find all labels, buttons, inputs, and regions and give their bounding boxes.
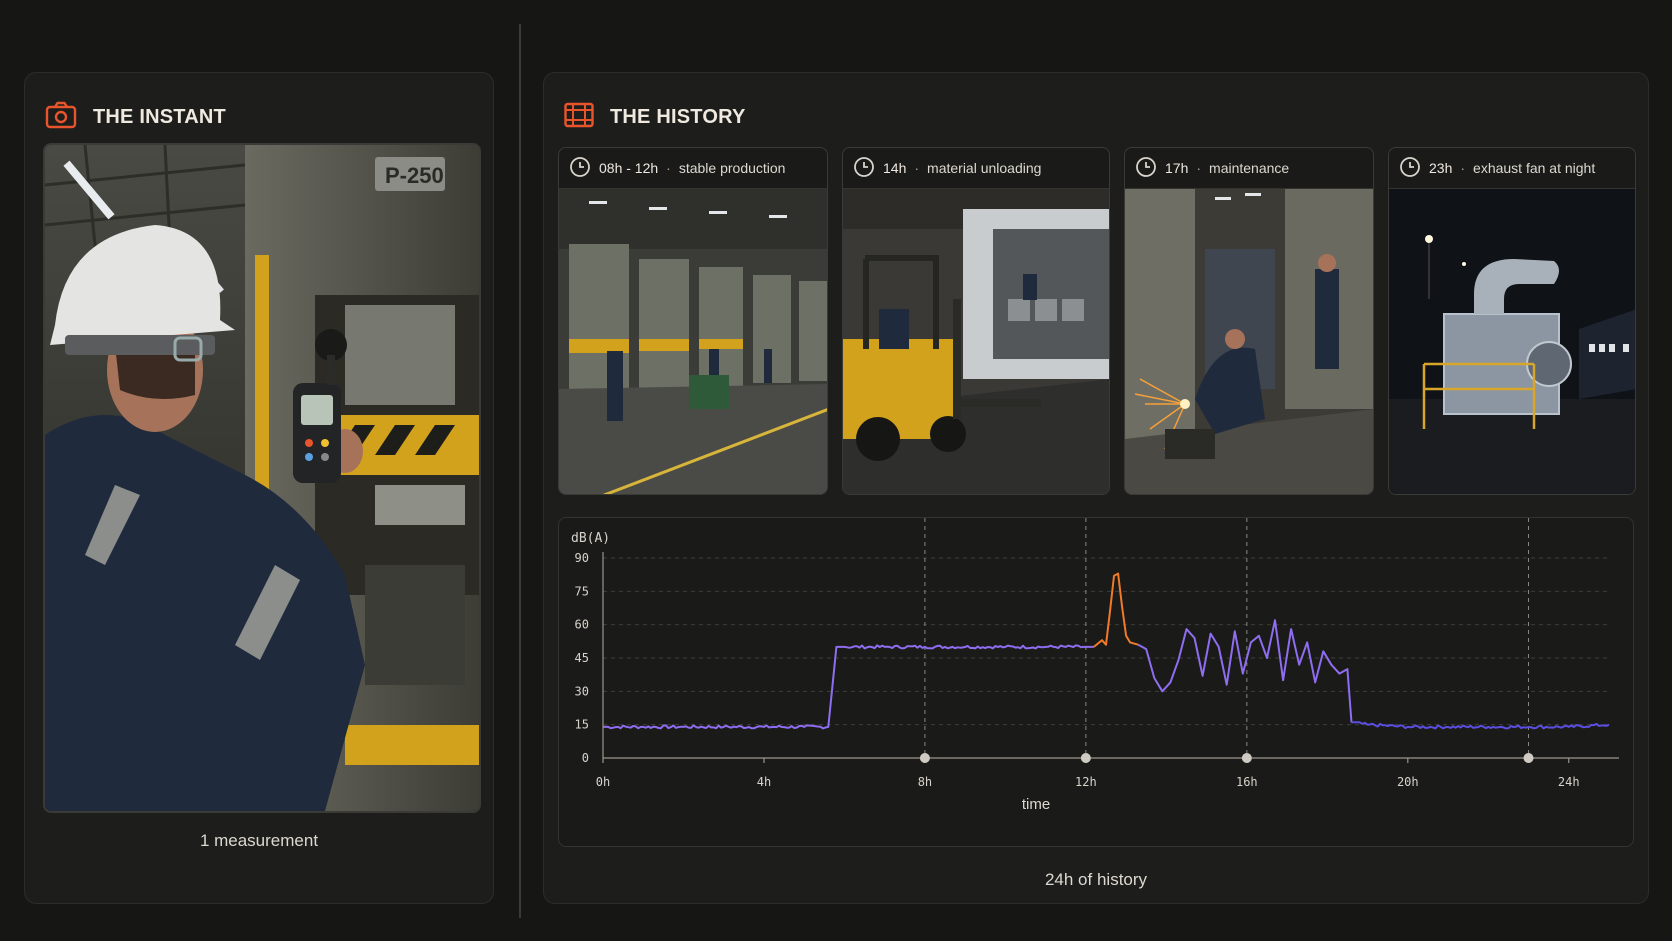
noise-history-chart: dB(A) time 0 15 30 45 60 75 90 0h 4h 8h 12h 16h 20h 2…: [558, 517, 1634, 847]
history-header: THE HISTORY: [564, 97, 746, 137]
y-tick-label: 0: [582, 751, 589, 765]
scene-label: exhaust fan at night: [1473, 160, 1596, 176]
scene-card-maintenance[interactable]: 17h · maintenance: [1124, 147, 1374, 495]
history-title: THE HISTORY: [610, 105, 746, 128]
y-tick-label: 90: [575, 551, 589, 565]
instant-header: THE INSTANT: [45, 97, 226, 137]
scene-photo-maintenance: [1125, 188, 1373, 494]
scene-label: maintenance: [1209, 160, 1290, 176]
history-panel: THE HISTORY 08h - 12h · stable productio…: [543, 72, 1649, 904]
time-marker-dot[interactable]: [919, 753, 930, 763]
history-footer: 24h of history: [1044, 870, 1148, 889]
chart-canvas: dB(A) time 0 15 30 45 60 75 90 0h 4h 8h 12h 16h 20h 2…: [571, 518, 1619, 813]
x-tick-label: 20h: [1397, 775, 1419, 789]
scene-label: stable production: [678, 160, 786, 176]
series-line-1: [1093, 572, 1139, 648]
scene-card-material-unloading[interactable]: 14h · material unloading: [842, 147, 1110, 495]
separator-dot: ·: [914, 160, 920, 176]
y-tick-label: 15: [575, 718, 589, 732]
separator-dot: ·: [1196, 160, 1202, 176]
x-tick-label: 12h: [1075, 775, 1097, 789]
scene-photo-material-unloading: [843, 188, 1109, 494]
film-strip-icon: [564, 102, 594, 133]
clock-icon: [853, 156, 875, 181]
x-tick-label: 8h: [918, 775, 932, 789]
clock-icon: [1399, 156, 1421, 181]
y-axis-label: dB(A): [571, 531, 610, 546]
x-tick-label: 16h: [1236, 775, 1258, 789]
scene-card-stable-production[interactable]: 08h - 12h · stable production: [558, 147, 828, 495]
series-line-2: [1137, 619, 1353, 723]
x-tick-label: 0h: [596, 775, 610, 789]
y-tick-label: 45: [575, 651, 589, 665]
time-marker-dot[interactable]: [1523, 753, 1534, 763]
instant-photo: P-250: [43, 143, 481, 813]
scene-label: material unloading: [927, 160, 1042, 176]
scene-time: 08h - 12h: [599, 160, 659, 176]
scene-header: 08h - 12h · stable production: [559, 148, 827, 188]
y-tick-label: 75: [575, 584, 589, 598]
instant-panel: THE INSTANT P-250 1 measurement: [24, 72, 494, 904]
scene-photo-exhaust-fan: [1389, 188, 1635, 494]
camera-icon: [45, 101, 77, 134]
instant-footer: 1 measurement: [199, 831, 319, 850]
scene-time: 17h: [1165, 160, 1189, 176]
x-axis-label: time: [1022, 796, 1050, 813]
time-marker-dot[interactable]: [1241, 753, 1252, 763]
scene-header: 14h · material unloading: [843, 148, 1109, 188]
svg-text:P-250: P-250: [385, 163, 444, 188]
series-line-3: [1351, 721, 1610, 730]
separator-dot: ·: [666, 160, 671, 176]
time-marker-dot[interactable]: [1080, 753, 1091, 763]
scene-photo-stable-production: [559, 188, 827, 494]
clock-icon: [569, 156, 591, 181]
y-tick-label: 60: [575, 618, 589, 632]
panel-divider: [519, 24, 521, 918]
clock-icon: [1135, 156, 1157, 181]
x-tick-label: 4h: [757, 775, 771, 789]
scene-card-exhaust-fan[interactable]: 23h · exhaust fan at night: [1388, 147, 1636, 495]
scene-time: 23h: [1429, 160, 1453, 176]
y-tick-label: 30: [575, 684, 589, 698]
separator-dot: ·: [1460, 160, 1466, 176]
scene-header: 17h · maintenance: [1125, 148, 1373, 188]
scene-time: 14h: [883, 160, 907, 176]
x-tick-label: 24h: [1558, 775, 1580, 789]
instant-title: THE INSTANT: [93, 105, 226, 128]
scene-header: 23h · exhaust fan at night: [1389, 148, 1635, 188]
